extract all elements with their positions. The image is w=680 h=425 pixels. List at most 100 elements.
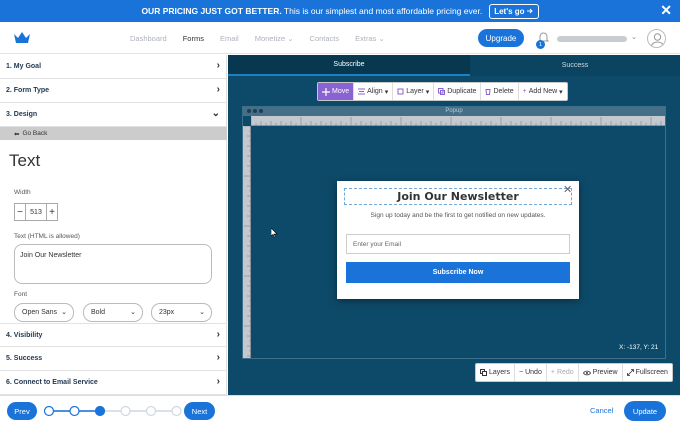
nav-contacts[interactable]: Contacts [310, 34, 340, 43]
layer-label: Layer [406, 88, 424, 95]
popup-subtitle[interactable]: Sign up today and be the first to get no… [337, 212, 579, 219]
chevron-down-icon: ⌄ [211, 108, 220, 119]
crown-logo-icon[interactable] [13, 31, 31, 44]
undo-icon: − [519, 369, 524, 376]
section-connect-email[interactable]: 6. Connect to Email Service › [0, 371, 227, 395]
nav-monetize[interactable]: Monetize ⌄ [255, 34, 294, 43]
step-dot-4[interactable] [120, 405, 131, 417]
step-dot-6[interactable] [171, 405, 182, 417]
popup-close-icon[interactable]: ✕ [563, 183, 572, 196]
back-arrow-icon: ⬅ [14, 130, 20, 138]
preview-button[interactable]: Preview [579, 364, 623, 381]
avatar[interactable] [647, 29, 666, 48]
window-dots [247, 109, 263, 113]
horizontal-ruler [250, 116, 665, 126]
align-label: Align [367, 88, 383, 95]
user-icon [650, 33, 665, 47]
preview-label: Preview [592, 369, 618, 376]
section-label: 3. Design [6, 111, 38, 118]
chevron-down-icon: ⌄ [199, 309, 205, 316]
eye-icon [582, 370, 591, 375]
section-visibility[interactable]: 4. Visibility › [0, 323, 227, 347]
duplicate-icon [438, 88, 446, 95]
fullscreen-label: Fullscreen [635, 369, 668, 376]
trash-icon [485, 89, 491, 95]
width-decrease-button[interactable]: − [14, 203, 26, 221]
section-form-type[interactable]: 2. Form Type › [0, 79, 227, 103]
go-back-button[interactable]: ⬅ Go Back [0, 127, 227, 140]
tab-success[interactable]: Success [470, 55, 680, 76]
width-label: Width [14, 189, 31, 196]
banner-text: OUR PRICING JUST GOT BETTER. This is our… [141, 6, 482, 16]
chevron-down-icon: ⌄ [378, 33, 385, 43]
redo-icon: + [550, 369, 555, 376]
caret-down-icon: ▾ [559, 88, 563, 96]
cancel-button[interactable]: Cancel [590, 406, 613, 415]
account-name-blurred[interactable] [557, 36, 627, 42]
fullscreen-button[interactable]: Fullscreen [623, 364, 672, 381]
nav-dashboard[interactable]: Dashboard [130, 34, 167, 43]
lets-go-button[interactable]: Let's go [489, 3, 539, 19]
caret-down-icon: ▾ [384, 88, 389, 96]
chevron-right-icon: › [216, 376, 220, 387]
add-new-button[interactable]: + Add New ▾ [519, 83, 567, 100]
vertical-ruler [243, 125, 251, 358]
upgrade-button[interactable]: Upgrade [478, 29, 524, 47]
banner-message: This is our simplest and most affordable… [283, 6, 483, 16]
window-dot [253, 109, 257, 113]
width-increase-button[interactable]: + [46, 203, 58, 221]
redo-button[interactable]: + Redo [547, 364, 579, 381]
width-input[interactable]: 513 [26, 203, 46, 221]
popup-email-field[interactable]: Enter your Email [346, 234, 570, 254]
layers-icon [480, 369, 487, 376]
section-my-goal[interactable]: 1. My Goal › [0, 55, 227, 79]
nav-extras-label: Extras [355, 33, 377, 43]
arrow-right-icon [526, 8, 533, 14]
account-chevron-icon[interactable]: ⌄ [631, 33, 637, 41]
section-design[interactable]: 3. Design ⌄ [0, 103, 227, 127]
popup-title[interactable]: Join Our Newsletter [344, 188, 572, 205]
align-icon [358, 88, 366, 95]
next-button[interactable]: Next [184, 402, 215, 420]
go-back-label: Go Back [22, 130, 48, 137]
prev-button[interactable]: Prev [7, 402, 37, 420]
delete-button[interactable]: Delete [481, 83, 519, 100]
html-text-input[interactable]: Join Our Newsletter [14, 244, 212, 284]
nav-extras[interactable]: Extras ⌄ [355, 34, 385, 43]
lets-go-label: Let's go [494, 6, 525, 16]
layers-button[interactable]: Layers [476, 364, 516, 381]
font-family-select[interactable]: Open Sans ⌄ [14, 303, 74, 322]
layer-button[interactable]: Layer ▾ [393, 83, 435, 100]
view-tabs: Subscribe Success [228, 55, 680, 76]
move-button[interactable]: Move [318, 83, 355, 100]
step-dot-2[interactable] [69, 405, 80, 417]
newsletter-popup[interactable]: Join Our Newsletter ✕ Sign up today and … [337, 181, 579, 299]
banner-close-icon[interactable]: ✕ [660, 2, 672, 19]
font-weight-select[interactable]: Bold ⌄ [83, 303, 143, 322]
cursor-coordinates: X: -137, Y: 21 [619, 344, 659, 351]
chevron-right-icon: › [216, 352, 220, 363]
section-label: 4. Visibility [6, 331, 43, 339]
nav-monetize-label: Monetize [254, 33, 286, 43]
move-label: Move [332, 88, 350, 95]
nav-forms[interactable]: Forms [183, 34, 204, 43]
step-dot-1[interactable] [43, 405, 55, 417]
main-menu: Dashboard Forms Email Monetize ⌄ Contact… [130, 22, 385, 54]
font-size-select[interactable]: 23px ⌄ [151, 303, 212, 322]
subscribe-now-button[interactable]: Subscribe Now [346, 262, 570, 283]
align-button[interactable]: Align ▾ [354, 83, 394, 100]
update-button[interactable]: Update [624, 401, 666, 421]
ruler-ticks [250, 117, 662, 126]
section-success[interactable]: 5. Success › [0, 347, 227, 371]
undo-button[interactable]: − Undo [515, 364, 547, 381]
panel-title: Text [9, 151, 41, 170]
step-dot-3[interactable] [94, 405, 106, 417]
undo-label: Undo [525, 369, 542, 376]
tab-subscribe[interactable]: Subscribe [228, 55, 470, 76]
duplicate-button[interactable]: Duplicate [434, 83, 482, 100]
step-dot-5[interactable] [145, 405, 157, 417]
delete-label: Delete [493, 88, 514, 95]
chevron-down-icon: ⌄ [61, 309, 67, 316]
chevron-right-icon: › [216, 84, 220, 95]
nav-email[interactable]: Email [220, 34, 239, 43]
